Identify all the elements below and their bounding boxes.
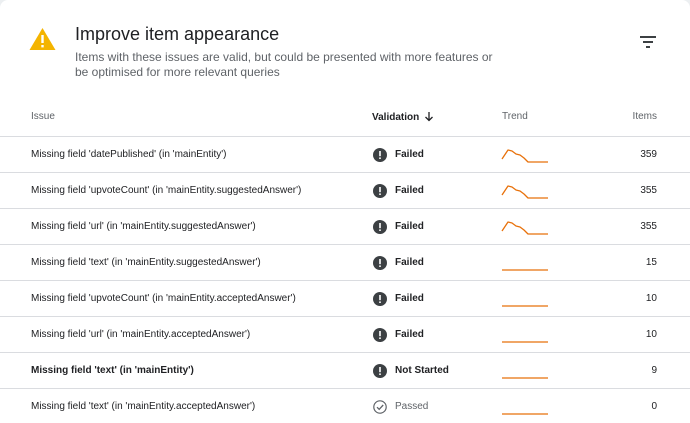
table-row[interactable]: Missing field 'upvoteCount' (in 'mainEnt…: [0, 281, 690, 317]
exclamation-circle-icon: [373, 327, 387, 342]
issue-name: Missing field 'datePublished' (in 'mainE…: [31, 149, 227, 160]
table-row[interactable]: Missing field 'text' (in 'mainEntity.sug…: [0, 245, 690, 281]
issue-name: Missing field 'url' (in 'mainEntity.sugg…: [31, 221, 256, 232]
column-header-issue[interactable]: Issue: [31, 111, 55, 122]
validation-status: Failed: [373, 245, 424, 280]
table-row[interactable]: Missing field 'upvoteCount' (in 'mainEnt…: [0, 173, 690, 209]
items-count: 9: [651, 365, 657, 376]
validation-status: Failed: [373, 137, 424, 172]
table-row[interactable]: Missing field 'datePublished' (in 'mainE…: [0, 137, 690, 173]
warning-icon: [29, 28, 56, 50]
issue-name: Missing field 'text' (in 'mainEntity.acc…: [31, 401, 256, 412]
card-subtitle: Items with these issues are valid, but c…: [75, 50, 493, 79]
validation-status: Failed: [373, 281, 424, 316]
exclamation-circle-icon: [373, 363, 387, 378]
column-header-validation-label: Validation: [372, 112, 420, 123]
validation-label: Failed: [395, 257, 424, 268]
exclamation-circle-icon: [373, 147, 387, 162]
exclamation-circle-icon: [373, 255, 387, 270]
card-header: Improve item appearance Items with these…: [0, 0, 690, 96]
validation-status: Not Started: [373, 353, 449, 388]
validation-label: Passed: [395, 401, 429, 412]
check-circle-icon: [373, 399, 387, 414]
issue-name: Missing field 'text' (in 'mainEntity'): [31, 365, 194, 376]
column-header-trend[interactable]: Trend: [502, 111, 528, 122]
issue-name: Missing field 'text' (in 'mainEntity.sug…: [31, 257, 261, 268]
validation-status: Failed: [373, 209, 424, 244]
validation-label: Not Started: [395, 365, 449, 376]
validation-label: Failed: [395, 221, 424, 232]
items-count: 359: [640, 149, 657, 160]
table-body: Missing field 'datePublished' (in 'mainE…: [0, 137, 690, 423]
validation-label: Failed: [395, 149, 424, 160]
column-header-items[interactable]: Items: [633, 111, 657, 122]
exclamation-circle-icon: [373, 183, 387, 198]
table-row[interactable]: Missing field 'url' (in 'mainEntity.sugg…: [0, 209, 690, 245]
items-count: 0: [651, 401, 657, 412]
trend-sparkline: [500, 317, 550, 352]
validation-label: Failed: [395, 329, 424, 340]
exclamation-circle-icon: [373, 219, 387, 234]
trend-sparkline: [500, 137, 550, 172]
items-count: 355: [640, 221, 657, 232]
issue-name: Missing field 'upvoteCount' (in 'mainEnt…: [31, 185, 302, 196]
table-row[interactable]: Missing field 'text' (in 'mainEntity') No…: [0, 353, 690, 389]
trend-sparkline: [500, 209, 550, 244]
items-count: 15: [645, 257, 657, 268]
trend-sparkline: [500, 245, 550, 280]
validation-status: Passed: [373, 389, 428, 423]
table-header: Issue Validation Trend Items: [0, 96, 690, 137]
items-count: 10: [645, 329, 657, 340]
table-row[interactable]: Missing field 'url' (in 'mainEntity.acce…: [0, 317, 690, 353]
card-title: Improve item appearance: [75, 24, 280, 44]
table-row[interactable]: Missing field 'text' (in 'mainEntity.acc…: [0, 389, 690, 423]
trend-sparkline: [500, 281, 550, 316]
arrow-down-icon: [425, 112, 434, 122]
trend-sparkline: [500, 353, 550, 388]
validation-label: Failed: [395, 185, 424, 196]
items-count: 10: [645, 293, 657, 304]
validation-status: Failed: [373, 317, 424, 352]
issue-name: Missing field 'upvoteCount' (in 'mainEnt…: [31, 293, 296, 304]
exclamation-circle-icon: [373, 291, 387, 306]
issue-card: Improve item appearance Items with these…: [0, 0, 690, 423]
filter-icon[interactable]: [638, 33, 658, 51]
trend-sparkline: [500, 173, 550, 208]
items-count: 355: [640, 185, 657, 196]
validation-label: Failed: [395, 293, 424, 304]
trend-sparkline: [500, 389, 550, 423]
issue-name: Missing field 'url' (in 'mainEntity.acce…: [31, 329, 251, 340]
validation-status: Failed: [373, 173, 424, 208]
column-header-validation[interactable]: Validation: [372, 111, 434, 123]
